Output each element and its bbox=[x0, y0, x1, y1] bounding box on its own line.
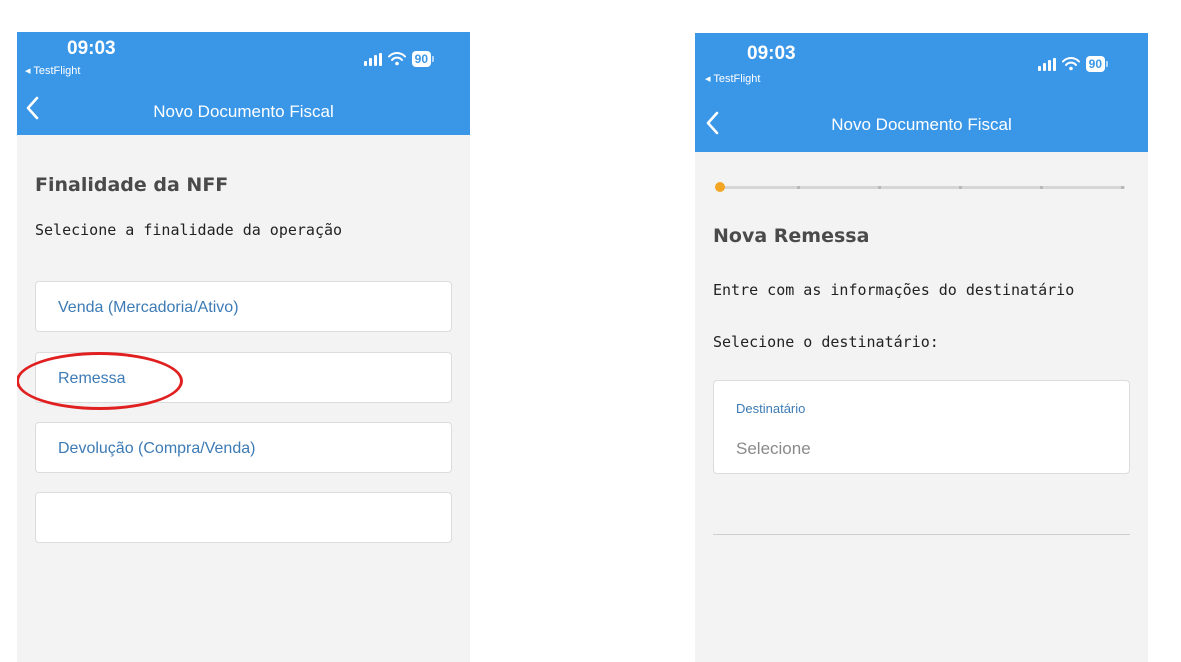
progress-step-marker bbox=[1121, 186, 1124, 189]
wifi-icon bbox=[387, 52, 406, 66]
nav-title: Novo Documento Fiscal bbox=[831, 115, 1012, 134]
header-bar: 09:03 ◂ TestFlight 90 Novo Documento Fis… bbox=[695, 33, 1148, 152]
option-venda[interactable]: Venda (Mercadoria/Ativo) bbox=[35, 281, 452, 332]
phone-screen-finalidade: 09:03 ◂ TestFlight 90 Novo Documento Fis… bbox=[17, 32, 470, 662]
option-empty[interactable] bbox=[35, 492, 452, 543]
screenshot-canvas: 09:03 ◂ TestFlight 90 Novo Documento Fis… bbox=[0, 0, 1181, 662]
recipient-prompt: Selecione o destinatário: bbox=[713, 333, 939, 351]
divider bbox=[713, 534, 1130, 535]
step-progress-bar bbox=[715, 182, 1125, 192]
status-icons: 90 bbox=[1037, 56, 1108, 72]
back-to-testflight-link[interactable]: ◂ TestFlight bbox=[25, 64, 80, 77]
status-icons: 90 bbox=[363, 51, 434, 67]
option-devolucao[interactable]: Devolução (Compra/Venda) bbox=[35, 422, 452, 473]
progress-step-marker bbox=[959, 186, 962, 189]
field-label: Destinatário bbox=[736, 401, 806, 416]
option-remessa[interactable]: Remessa bbox=[35, 352, 452, 403]
page-subtitle: Entre com as informações do destinatário bbox=[713, 281, 1075, 299]
progress-step-marker bbox=[878, 186, 881, 189]
header-bar: 09:03 ◂ TestFlight 90 Novo Documento Fis… bbox=[17, 32, 470, 135]
page-heading: Nova Remessa bbox=[713, 225, 870, 247]
progress-step-marker bbox=[1040, 186, 1043, 189]
status-time: 09:03 bbox=[67, 38, 116, 59]
battery-level: 90 bbox=[1085, 56, 1105, 72]
recipient-select-field[interactable]: Destinatário Selecione bbox=[713, 380, 1130, 474]
battery-level: 90 bbox=[411, 51, 431, 67]
page-subtitle: Selecione a finalidade da operação bbox=[35, 221, 343, 239]
wifi-icon bbox=[1061, 57, 1080, 71]
field-placeholder: Selecione bbox=[736, 439, 811, 458]
page-heading: Finalidade da NFF bbox=[35, 174, 229, 196]
back-to-testflight-link[interactable]: ◂ TestFlight bbox=[705, 72, 760, 85]
battery-icon: 90 bbox=[1085, 56, 1108, 72]
nav-title: Novo Documento Fiscal bbox=[153, 102, 334, 121]
status-time: 09:03 bbox=[747, 43, 796, 64]
phone-screen-nova-remessa: 09:03 ◂ TestFlight 90 Novo Documento Fis… bbox=[695, 33, 1148, 662]
progress-current-dot bbox=[715, 182, 725, 192]
progress-step-marker bbox=[797, 186, 800, 189]
signal-icon bbox=[1037, 57, 1056, 71]
battery-icon: 90 bbox=[411, 51, 434, 67]
signal-icon bbox=[363, 52, 382, 66]
